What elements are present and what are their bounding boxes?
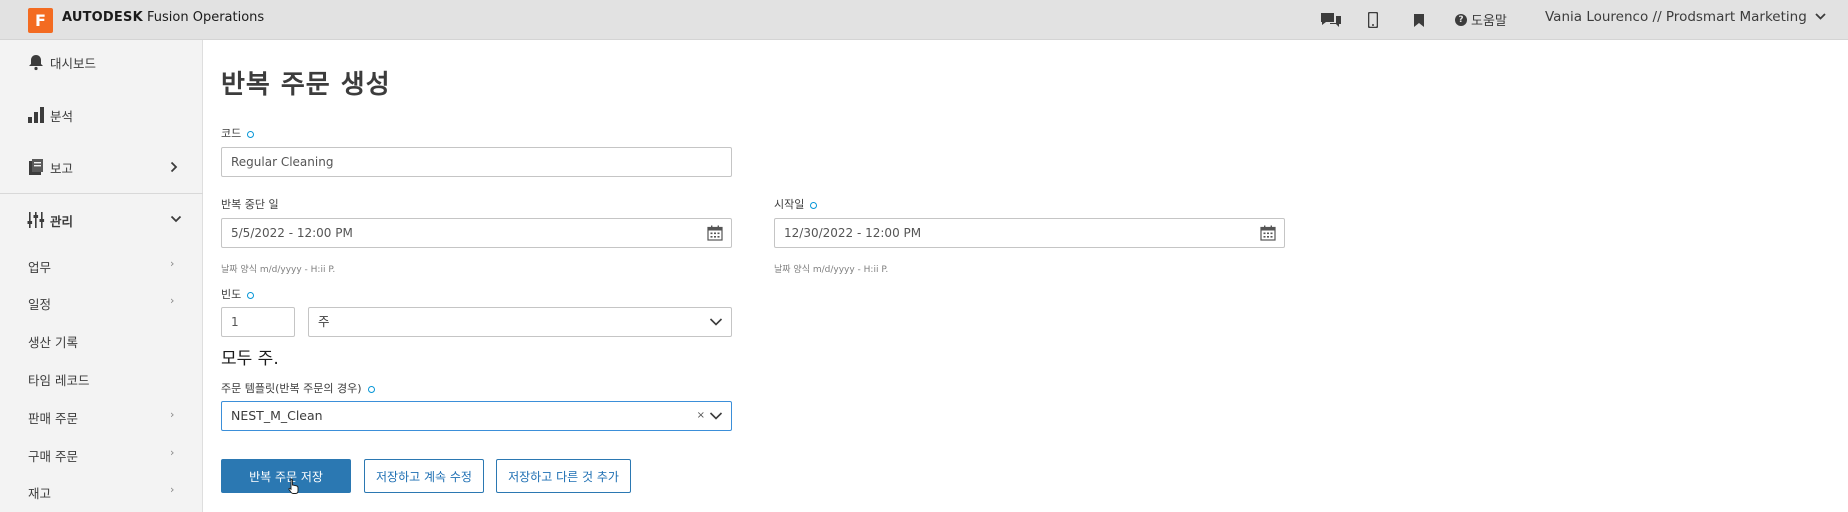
end-date-label: 반복 중단 일 <box>221 198 279 211</box>
bookmark-icon[interactable] <box>1412 8 1426 32</box>
sidebar-item-label: 분석 <box>50 108 74 124</box>
code-label-text: 코드 <box>221 127 242 140</box>
chevron-down-icon <box>170 215 182 223</box>
mobile-icon[interactable] <box>1366 8 1380 32</box>
fusion-logo-icon[interactable]: F <box>28 8 53 33</box>
chevron-right-icon: › <box>170 294 175 307</box>
sidebar-item-label: 대시보드 <box>50 55 97 71</box>
start-date-input[interactable]: 12/30/2022 - 12:00 PM <box>774 218 1285 248</box>
every-text: 모두 주. <box>221 349 279 369</box>
frequency-unit-value: 주 <box>318 314 330 329</box>
sidebar-item-label: 관리 <box>50 213 74 229</box>
sidebar-subitem-label: 구매 주문 <box>28 449 78 464</box>
sidebar-subitem-label: 업무 <box>28 260 52 275</box>
sidebar-subitem-production-records[interactable]: 생산 기록 <box>0 323 203 357</box>
report-icon <box>29 159 43 175</box>
bar-chart-icon <box>28 107 44 123</box>
help-icon: ? <box>1455 13 1467 26</box>
sidebar: 대시보드 분석 보고 관리 업무 › 일정 › 생산 기록 타임 레코드 판매 … <box>0 40 203 512</box>
sidebar-divider <box>0 193 203 194</box>
chevron-right-icon: › <box>170 257 175 270</box>
template-value: NEST_M_Clean <box>231 408 323 423</box>
sidebar-subitem-purchase-orders[interactable]: 구매 주문 › <box>0 437 203 471</box>
sidebar-item-dashboard[interactable]: 대시보드 <box>0 42 203 82</box>
chevron-right-icon: › <box>170 483 175 496</box>
page-title: 반복 주문 생성 <box>221 70 391 100</box>
frequency-label: 빈도 <box>221 286 255 302</box>
chat-icon[interactable] <box>1318 8 1344 32</box>
sidebar-item-label: 보고 <box>50 160 74 176</box>
clear-icon[interactable]: × <box>697 402 705 430</box>
sidebar-subitem-schedule[interactable]: 일정 › <box>0 285 203 319</box>
start-date-label: 시작일 <box>774 196 818 212</box>
bell-icon <box>29 55 43 71</box>
save-and-continue-button[interactable]: 저장하고 계속 수정 <box>364 459 484 493</box>
chevron-right-icon: › <box>170 446 175 459</box>
required-icon <box>247 291 255 299</box>
brand-bold: AUTODESK <box>62 10 143 25</box>
chevron-down-icon <box>1815 13 1826 20</box>
frequency-label-text: 빈도 <box>221 288 242 301</box>
brand-rest: Fusion Operations <box>142 10 265 25</box>
sidebar-item-reports[interactable]: 보고 <box>0 147 203 187</box>
code-input[interactable]: Regular Cleaning <box>221 147 732 177</box>
sidebar-subitem-label: 생산 기록 <box>28 335 78 350</box>
sidebar-subitem-label: 일정 <box>28 297 52 312</box>
code-label: 코드 <box>221 125 255 141</box>
end-date-hint: 날짜 양식 m/d/yyyy - H:ii P. <box>221 265 336 275</box>
sidebar-subitem-sales-orders[interactable]: 판매 주문 › <box>0 399 203 433</box>
frequency-input[interactable]: 1 <box>221 307 295 337</box>
sidebar-subitem-inventory[interactable]: 재고 › <box>0 474 203 508</box>
sliders-icon <box>27 212 45 228</box>
template-select[interactable]: NEST_M_Clean × <box>221 401 732 431</box>
required-icon <box>247 130 255 138</box>
sidebar-subitem-tasks[interactable]: 업무 › <box>0 248 203 282</box>
end-date-value: 5/5/2022 - 12:00 PM <box>231 226 353 240</box>
brand-name: AUTODESK Fusion Operations <box>62 10 264 25</box>
chevron-down-icon <box>709 318 723 326</box>
start-date-label-text: 시작일 <box>774 198 805 211</box>
calendar-icon[interactable] <box>707 225 723 241</box>
user-menu[interactable]: Vania Lourenco // Prodsmart Marketing <box>1545 9 1826 25</box>
required-icon <box>367 385 375 393</box>
top-header: F AUTODESK Fusion Operations ? 도움말 Vania… <box>0 0 1848 40</box>
start-date-value: 12/30/2022 - 12:00 PM <box>784 226 922 240</box>
end-date-input[interactable]: 5/5/2022 - 12:00 PM <box>221 218 732 248</box>
calendar-icon[interactable] <box>1260 225 1276 241</box>
frequency-unit-select[interactable]: 주 <box>308 307 732 337</box>
save-recurring-order-button[interactable]: 반복 주문 저장 <box>221 459 351 493</box>
sidebar-item-manage[interactable]: 관리 <box>0 200 203 240</box>
template-label: 주문 템플릿(반복 주문의 경우) <box>221 380 375 396</box>
sidebar-subitem-label: 재고 <box>28 486 52 501</box>
start-date-hint: 날짜 양식 m/d/yyyy - H:ii P. <box>774 265 889 275</box>
save-and-add-another-button[interactable]: 저장하고 다른 것 추가 <box>496 459 631 493</box>
user-label: Vania Lourenco // Prodsmart Marketing <box>1545 9 1807 25</box>
sidebar-subitem-label: 판매 주문 <box>28 411 78 426</box>
chevron-right-icon: › <box>170 408 175 421</box>
help-link[interactable]: ? 도움말 <box>1455 10 1507 29</box>
mouse-cursor-icon <box>288 478 299 494</box>
template-label-text: 주문 템플릿(반복 주문의 경우) <box>221 382 362 395</box>
help-label: 도움말 <box>1471 14 1507 29</box>
sidebar-item-analytics[interactable]: 분석 <box>0 95 203 135</box>
chevron-right-icon <box>170 161 178 173</box>
sidebar-subitem-label: 타임 레코드 <box>28 373 90 388</box>
required-icon <box>810 201 818 209</box>
sidebar-subitem-time-records[interactable]: 타임 레코드 <box>0 361 203 395</box>
chevron-down-icon <box>709 412 723 420</box>
